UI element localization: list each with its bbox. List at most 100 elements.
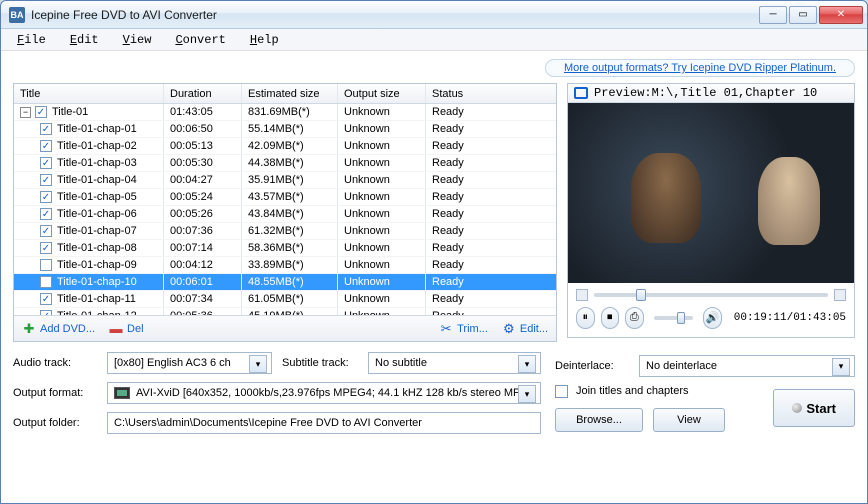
- seek-slider[interactable]: [594, 293, 828, 297]
- audio-track-label: Audio track:: [13, 357, 99, 369]
- table-row[interactable]: Title-01-chap-1100:07:3461.05MB(*)Unknow…: [14, 291, 556, 308]
- maximize-button[interactable]: ▭: [789, 6, 817, 24]
- promo-bar: More output formats? Try Icepine DVD Rip…: [13, 59, 855, 77]
- plus-icon: ✚: [22, 322, 36, 336]
- join-row[interactable]: Join titles and chapters: [555, 385, 761, 398]
- output-format-label: Output format:: [13, 387, 99, 399]
- browse-button[interactable]: Browse...: [555, 408, 643, 432]
- output-folder-row: Output folder: C:\Users\admin\Documents\…: [13, 412, 541, 434]
- deinterlace-label: Deinterlace:: [555, 360, 631, 372]
- row-name: Title-01-chap-04: [57, 174, 137, 186]
- stop-button[interactable]: ⏹: [601, 307, 620, 329]
- table-row[interactable]: Title-01-chap-0700:07:3661.32MB(*)Unknow…: [14, 223, 556, 240]
- preview-panel: Preview:M:\,Title 01,Chapter 10 ⏸ ⏹ ⎙: [567, 83, 855, 338]
- table-row[interactable]: Title-01-chap-0200:05:1342.09MB(*)Unknow…: [14, 138, 556, 155]
- mark-out-button[interactable]: [834, 289, 846, 301]
- add-dvd-button[interactable]: ✚Add DVD...: [22, 322, 95, 336]
- preview-title: Preview:M:\,Title 01,Chapter 10: [568, 84, 854, 103]
- col-output[interactable]: Output size: [338, 84, 426, 103]
- row-checkbox[interactable]: [40, 259, 52, 271]
- row-name: Title-01-chap-09: [57, 259, 137, 271]
- table-row[interactable]: Title-01-chap-0100:06:5055.14MB(*)Unknow…: [14, 121, 556, 138]
- table-row[interactable]: Title-01-chap-0900:04:1233.89MB(*)Unknow…: [14, 257, 556, 274]
- table-row[interactable]: Title-01-chap-0300:05:3044.38MB(*)Unknow…: [14, 155, 556, 172]
- deinterlace-combo[interactable]: No deinterlace: [639, 355, 855, 377]
- menu-view[interactable]: View: [113, 31, 162, 49]
- row-name: Title-01-chap-01: [57, 123, 137, 135]
- play-pause-button[interactable]: ⏸: [576, 307, 595, 329]
- mark-in-button[interactable]: [576, 289, 588, 301]
- snapshot-button[interactable]: ⎙: [625, 307, 644, 329]
- row-checkbox[interactable]: [40, 293, 52, 305]
- col-status[interactable]: Status: [426, 84, 492, 103]
- table-row[interactable]: Title-01-chap-0600:05:2643.84MB(*)Unknow…: [14, 206, 556, 223]
- table-row[interactable]: −Title-0101:43:05831.69MB(*)UnknownReady: [14, 104, 556, 121]
- close-button[interactable]: ✕: [819, 6, 863, 24]
- promo-link[interactable]: More output formats? Try Icepine DVD Rip…: [545, 59, 855, 77]
- row-checkbox[interactable]: [40, 123, 52, 135]
- row-name: Title-01: [52, 106, 88, 118]
- join-checkbox[interactable]: [555, 385, 568, 398]
- menu-help[interactable]: Help: [240, 31, 289, 49]
- table-row[interactable]: Title-01-chap-1200:05:3645.19MB(*)Unknow…: [14, 308, 556, 315]
- start-button[interactable]: Start: [773, 389, 855, 427]
- preview-title-text: Preview:M:\,Title 01,Chapter 10: [594, 86, 817, 100]
- subtitle-track-label: Subtitle track:: [282, 357, 360, 369]
- audio-track-row: Audio track: [0x80] English AC3 6 ch: [13, 352, 272, 374]
- row-checkbox[interactable]: [35, 106, 47, 118]
- table-row[interactable]: Title-01-chap-0400:04:2735.91MB(*)Unknow…: [14, 172, 556, 189]
- menu-convert[interactable]: Convert: [165, 31, 235, 49]
- row-checkbox[interactable]: [40, 276, 52, 288]
- subtitle-track-combo[interactable]: No subtitle: [368, 352, 541, 374]
- volume-thumb[interactable]: [677, 312, 685, 324]
- output-folder-field[interactable]: C:\Users\admin\Documents\Icepine Free DV…: [107, 412, 541, 434]
- table-header: Title Duration Estimated size Output siz…: [14, 84, 556, 104]
- view-button[interactable]: View: [653, 408, 725, 432]
- audio-track-combo[interactable]: [0x80] English AC3 6 ch: [107, 352, 272, 374]
- edit-button[interactable]: ⚙Edit...: [502, 322, 548, 336]
- col-title[interactable]: Title: [14, 84, 164, 103]
- row-checkbox[interactable]: [40, 157, 52, 169]
- seek-thumb[interactable]: [636, 289, 646, 301]
- row-name: Title-01-chap-02: [57, 140, 137, 152]
- minimize-button[interactable]: ─: [759, 6, 787, 24]
- trim-button[interactable]: ✂Trim...: [439, 322, 488, 336]
- row-checkbox[interactable]: [40, 191, 52, 203]
- row-checkbox[interactable]: [40, 242, 52, 254]
- scissors-icon: ✂: [439, 322, 453, 336]
- output-format-combo[interactable]: AVI-XviD [640x352, 1000kb/s,23.976fps MP…: [107, 382, 541, 404]
- row-checkbox[interactable]: [40, 174, 52, 186]
- deinterlace-row: Deinterlace: No deinterlace: [555, 355, 855, 377]
- menubar: File Edit View Convert Help: [1, 29, 867, 51]
- time-display: 00:19:11/01:43:05: [734, 312, 846, 324]
- table-row[interactable]: Title-01-chap-0800:07:1458.36MB(*)Unknow…: [14, 240, 556, 257]
- app-window: BA Icepine Free DVD to AVI Converter ─ ▭…: [0, 0, 868, 504]
- mute-button[interactable]: 🔊: [703, 307, 722, 329]
- table-row[interactable]: Title-01-chap-0500:05:2443.57MB(*)Unknow…: [14, 189, 556, 206]
- row-checkbox[interactable]: [40, 208, 52, 220]
- row-name: Title-01-chap-07: [57, 225, 137, 237]
- start-icon: [792, 403, 802, 413]
- table-row[interactable]: Title-01-chap-1000:06:0148.55MB(*)Unknow…: [14, 274, 556, 291]
- col-duration[interactable]: Duration: [164, 84, 242, 103]
- row-checkbox[interactable]: [40, 140, 52, 152]
- subtitle-track-row: Subtitle track: No subtitle: [282, 352, 541, 374]
- menu-edit[interactable]: Edit: [60, 31, 109, 49]
- row-checkbox[interactable]: [40, 225, 52, 237]
- del-button[interactable]: ▬Del: [109, 322, 144, 336]
- table-body[interactable]: −Title-0101:43:05831.69MB(*)UnknownReady…: [14, 104, 556, 315]
- row-name: Title-01-chap-08: [57, 242, 137, 254]
- row-checkbox[interactable]: [40, 310, 52, 315]
- col-estimated[interactable]: Estimated size: [242, 84, 338, 103]
- collapse-icon[interactable]: −: [20, 107, 31, 118]
- titlebar[interactable]: BA Icepine Free DVD to AVI Converter ─ ▭…: [1, 1, 867, 29]
- menu-file[interactable]: File: [7, 31, 56, 49]
- preview-video[interactable]: [568, 103, 854, 283]
- seek-row: [568, 283, 854, 303]
- window-title: Icepine Free DVD to AVI Converter: [31, 8, 759, 22]
- volume-slider[interactable]: [654, 316, 694, 320]
- tv-icon: [574, 87, 588, 99]
- row-name: Title-01-chap-11: [57, 293, 136, 305]
- list-toolbar: ✚Add DVD... ▬Del ✂Trim... ⚙Edit...: [14, 315, 556, 341]
- output-folder-label: Output folder:: [13, 417, 99, 429]
